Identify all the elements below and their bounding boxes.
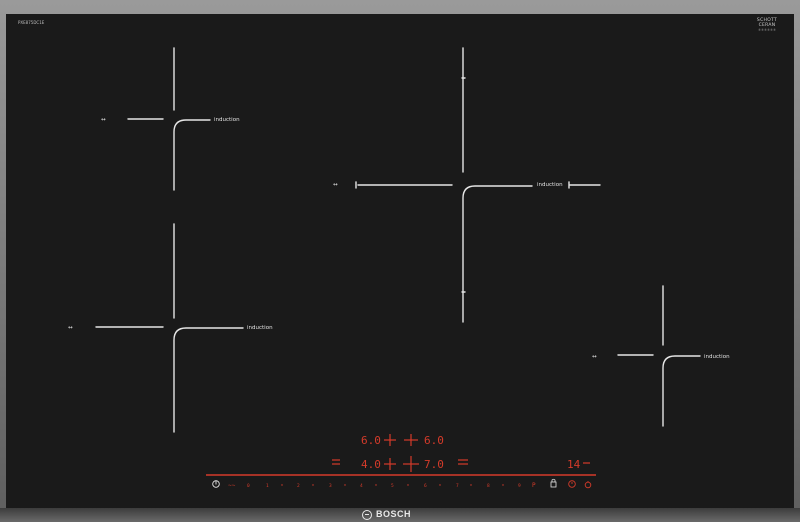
front-left-power-display: 4.0 bbox=[361, 458, 381, 471]
front-right-power-display: 7.0 bbox=[424, 458, 444, 471]
wipe-protection-icon[interactable]: ∼∼ bbox=[228, 482, 236, 489]
scale-4[interactable]: 4 bbox=[360, 483, 363, 489]
rear-right-power-display: 6.0 bbox=[424, 434, 444, 447]
rear-left-combine-label: ↔ bbox=[101, 117, 106, 123]
front-left-induction-label: induction bbox=[247, 325, 273, 331]
stopwatch-icon bbox=[584, 481, 592, 489]
front-left-zone-selector[interactable] bbox=[384, 458, 396, 470]
scale-2[interactable]: 2 bbox=[297, 483, 300, 489]
timer-button[interactable] bbox=[568, 480, 576, 488]
power-button[interactable] bbox=[212, 480, 220, 488]
front-right-zone-selector[interactable] bbox=[403, 456, 419, 472]
bosch-logo-icon bbox=[362, 510, 372, 520]
center-zone-marking[interactable] bbox=[355, 47, 601, 323]
scale-0[interactable]: 0 bbox=[247, 483, 250, 489]
rear-right-zone-selector[interactable] bbox=[404, 434, 418, 446]
rear-left-zone-selector[interactable] bbox=[384, 434, 396, 446]
manufacturer-logo: BOSCH bbox=[376, 509, 412, 519]
rear-left-zone-marking[interactable] bbox=[127, 47, 211, 191]
lock-button[interactable] bbox=[550, 478, 557, 488]
right-zone-marking[interactable] bbox=[617, 285, 701, 427]
right-combine-label: ↔ bbox=[592, 354, 597, 360]
scale-6[interactable]: 6 bbox=[424, 483, 427, 489]
scale-7[interactable]: 7 bbox=[456, 483, 459, 489]
center-induction-label: induction bbox=[537, 182, 563, 188]
front-left-zone-marking[interactable] bbox=[95, 223, 244, 433]
rear-left-induction-label: induction bbox=[214, 117, 240, 123]
center-combine-label: ↔ bbox=[333, 182, 338, 188]
scale-3[interactable]: 3 bbox=[329, 483, 332, 489]
timer-display: 14 bbox=[567, 458, 581, 471]
cooking-zones-markings: ↔ induction ↔ induction ↔ induction ↔ in… bbox=[68, 47, 730, 489]
right-induction-label: induction bbox=[704, 354, 730, 360]
boost-button[interactable]: P bbox=[532, 482, 536, 489]
scale-1[interactable]: 1 bbox=[266, 483, 269, 489]
scale-8[interactable]: 8 bbox=[487, 483, 490, 489]
front-left-combine-label: ↔ bbox=[68, 325, 73, 331]
scale-5[interactable]: 5 bbox=[391, 483, 394, 489]
power-scale-slider[interactable]: 0 1 2 3 4 5 6 7 8 9 bbox=[247, 483, 521, 489]
stopwatch-button[interactable] bbox=[584, 481, 592, 489]
rear-left-power-display: 6.0 bbox=[361, 434, 381, 447]
induction-hob: PXE875DC1E SCHOTT CERAN ®®®®®® ↔ inducti… bbox=[0, 0, 800, 522]
control-panel: 6.0 6.0 4.0 7.0 14 ∼∼ 0 1 2 3 4 5 6 7 8 … bbox=[206, 434, 596, 489]
scale-9[interactable]: 9 bbox=[518, 483, 521, 489]
lock-icon bbox=[550, 481, 557, 488]
